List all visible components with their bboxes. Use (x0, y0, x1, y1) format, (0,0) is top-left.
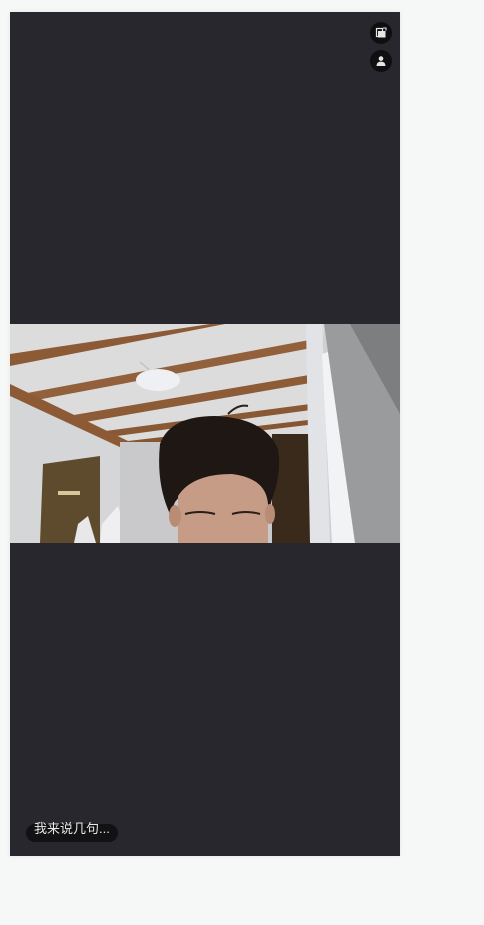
user-profile-button[interactable] (370, 50, 392, 72)
comment-input[interactable]: 我来说几句... (26, 821, 118, 842)
screen-switch-button[interactable] (370, 22, 392, 44)
comment-placeholder: 我来说几句... (34, 821, 110, 836)
user-profile-icon (376, 56, 386, 66)
camera-video-feed (10, 324, 400, 543)
screen-switch-icon (375, 27, 387, 38)
video-frame (10, 324, 400, 543)
top-right-controls (370, 22, 392, 78)
live-room-stage: 我来说几句... (10, 12, 400, 856)
